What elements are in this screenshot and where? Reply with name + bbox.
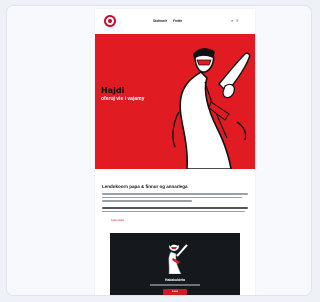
feature-text-line	[150, 284, 200, 286]
hero-subtitle: oferuj vie i vajamy	[101, 96, 145, 102]
intro-paragraph	[102, 193, 248, 204]
logo-icon[interactable]	[104, 15, 116, 27]
text-line	[102, 210, 245, 213]
main-nav: Stofnanir Fréttir	[153, 19, 182, 23]
feature-illustration-icon	[168, 241, 188, 274]
nav-item-frettir[interactable]: Fréttir	[173, 19, 182, 23]
header-icons: ⌕ ≡	[231, 18, 239, 23]
text-line	[102, 207, 248, 209]
nav-item-stofnanir[interactable]: Stofnanir	[153, 19, 167, 23]
intro-title: Lendokoorn papa & finnur og annarlega	[102, 184, 188, 189]
text-line	[102, 196, 242, 199]
read-more-link[interactable]: Lesa meira	[111, 219, 124, 222]
search-icon[interactable]: ⌕	[231, 18, 233, 23]
text-line	[102, 193, 248, 195]
text-line	[102, 200, 192, 202]
feature-title: Hakakuldeta	[165, 278, 185, 282]
hero-banner: Hajdi oferuj vie i vajamy	[95, 34, 255, 169]
hero-illustration-icon	[172, 48, 251, 169]
feature-card: Hakakuldeta Lesa	[110, 233, 240, 295]
feature-button[interactable]: Lesa	[163, 289, 187, 295]
menu-icon[interactable]: ≡	[236, 18, 238, 23]
website-page-preview[interactable]: Stofnanir Fréttir ⌕ ≡ Hajdi oferuj vie i…	[95, 9, 255, 295]
intro-paragraph-2	[102, 207, 248, 214]
hero-title: Hajdi	[101, 86, 125, 95]
preview-card: Stofnanir Fréttir ⌕ ≡ Hajdi oferuj vie i…	[6, 5, 312, 296]
site-header: Stofnanir Fréttir ⌕ ≡	[95, 9, 255, 33]
